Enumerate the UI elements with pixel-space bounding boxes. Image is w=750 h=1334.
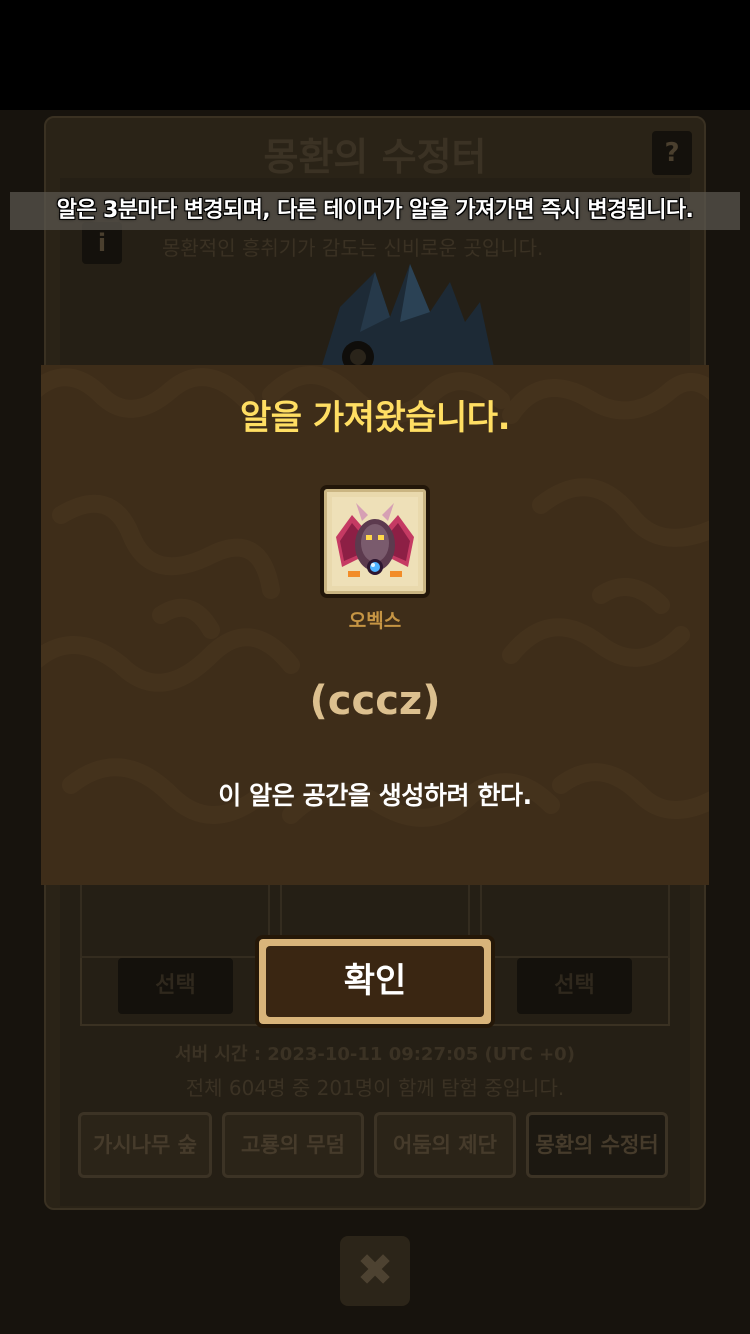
confirm-button-inner: 확인: [266, 946, 484, 1017]
question-mark-icon[interactable]: ?: [652, 131, 692, 175]
select-button-right[interactable]: 선택: [517, 958, 632, 1014]
tab-dark-altar[interactable]: 어둠의 제단: [374, 1112, 516, 1178]
egg-sprite: [332, 497, 418, 586]
tab-dragon-tomb[interactable]: 고룡의 무덤: [222, 1112, 364, 1178]
close-icon[interactable]: ✖: [340, 1236, 410, 1306]
egg-description: 이 알은 공간을 생성하려 한다.: [218, 781, 532, 810]
background-description: 몽환적인 흥취기가 감도는 신비로운 곳입니다.: [162, 236, 544, 260]
server-time: 서버 시간 : 2023-10-11 09:27:05 (UTC +0): [175, 1044, 575, 1065]
egg-icon: [320, 485, 430, 598]
notice-banner: 알은 3분마다 변경되며, 다른 테이머가 알을 가져가면 즉시 변경됩니다.: [10, 192, 740, 230]
confirm-button[interactable]: 확인: [255, 935, 495, 1028]
players-info: 전체 604명 중 201명이 함께 탐험 중입니다.: [185, 1076, 565, 1100]
tab-thorn-forest[interactable]: 가시나무 숲: [78, 1112, 212, 1178]
tab-dream-crystal[interactable]: 몽환의 수정터: [526, 1112, 668, 1178]
owner-name: (cccz): [309, 678, 441, 724]
confirm-button-label: 확인: [343, 961, 407, 1001]
crystal-icon: [320, 264, 495, 372]
select-button-left[interactable]: 선택: [118, 958, 233, 1014]
modal-title: 알을 가져왔습니다.: [240, 398, 511, 438]
egg-name: 오벡스: [348, 610, 402, 632]
background-title: 몽환의 수정터: [263, 135, 487, 179]
